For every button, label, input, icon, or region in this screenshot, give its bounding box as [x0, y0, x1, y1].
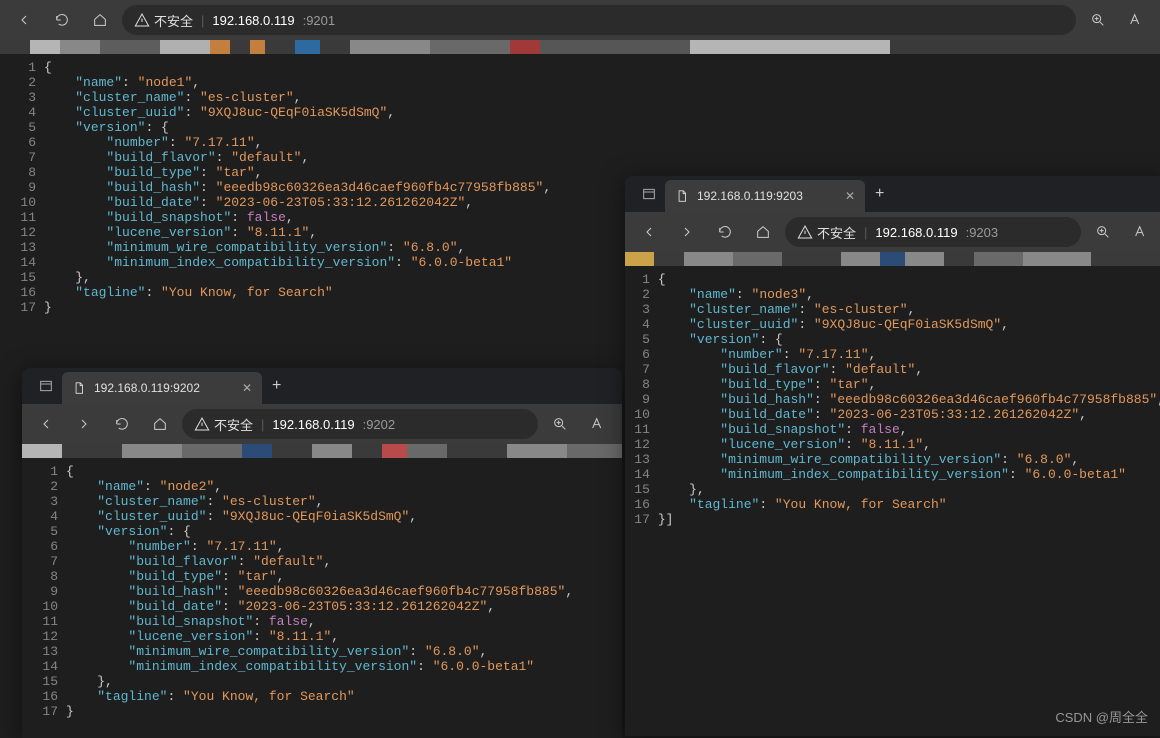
refresh-button-icon [54, 12, 70, 28]
refresh-button[interactable] [106, 408, 138, 440]
home-button[interactable] [144, 408, 176, 440]
forward-button[interactable] [68, 408, 100, 440]
read-aloud-icon [1133, 224, 1149, 240]
refresh-button-icon [114, 416, 130, 432]
warning-icon [797, 224, 813, 240]
separator: | [261, 417, 264, 432]
separator: | [201, 13, 204, 28]
tab-overview-icon [38, 378, 54, 394]
zoom-button[interactable] [1082, 4, 1114, 36]
file-icon [72, 381, 86, 395]
zoom-icon [552, 416, 568, 432]
address-bar[interactable]: 不安全 | 192.168.0.119 :9203 [785, 217, 1081, 247]
forward-button-icon [76, 416, 92, 432]
url-host: 192.168.0.119 [212, 13, 294, 28]
file-icon [675, 189, 689, 203]
browser-toolbar: 不安全 | 192.168.0.119 :9202 [22, 404, 622, 444]
home-button-icon [92, 12, 108, 28]
browser-window-3: 192.168.0.119:9203✕+不安全|192.168.0.119:92… [625, 176, 1160, 736]
line-gutter: 1234567891011121314151617 [22, 458, 66, 738]
warning-icon [194, 416, 210, 432]
refresh-button[interactable] [46, 4, 78, 36]
file-icon [72, 380, 86, 396]
back-button[interactable] [30, 408, 62, 440]
bookmark-color-bar [0, 40, 1160, 54]
home-button-icon [152, 416, 168, 432]
file-icon [675, 188, 689, 204]
url-port: :9203 [966, 225, 999, 240]
refresh-button-icon [717, 224, 733, 240]
json-code[interactable]: { "name": "node2", "cluster_name": "es-c… [66, 458, 573, 738]
home-button[interactable] [747, 216, 779, 248]
back-button-icon [38, 416, 54, 432]
tab-overview-icon [641, 186, 657, 202]
zoom-icon [1090, 12, 1106, 28]
read-aloud-button[interactable] [582, 408, 614, 440]
zoom-icon [1095, 224, 1111, 240]
new-tab-button[interactable]: + [875, 185, 884, 203]
back-button-icon [641, 224, 657, 240]
json-viewer: 1234567891011121314151617{ "name": "node… [22, 458, 622, 738]
tab-title: 192.168.0.119:9203 [697, 189, 803, 203]
browser-tab[interactable]: 192.168.0.119:9202 ✕ [62, 372, 262, 404]
zoom-button[interactable] [1087, 216, 1119, 248]
read-aloud-button[interactable] [1125, 216, 1157, 248]
close-tab-button[interactable]: ✕ [845, 189, 855, 203]
json-viewer: 1234567891011121314151617{ "name": "node… [625, 266, 1160, 736]
browser-window-2: 192.168.0.119:9202✕+不安全|192.168.0.119:92… [22, 368, 622, 738]
close-tab-button[interactable]: ✕ [242, 381, 252, 395]
browser-toolbar: 不安全 | 192.168.0.119 :9201 [0, 0, 1160, 40]
new-tab-button[interactable]: + [272, 377, 281, 395]
read-aloud-icon [590, 416, 606, 432]
line-gutter: 1234567891011121314151617 [625, 266, 658, 736]
url-host: 192.168.0.119 [272, 417, 354, 432]
address-bar[interactable]: 不安全 | 192.168.0.119 :9201 [122, 5, 1076, 35]
watermark-text: CSDN @周全全 [1055, 707, 1148, 726]
not-secure-badge[interactable]: 不安全 [134, 11, 193, 30]
bookmark-color-bar [625, 252, 1160, 266]
tab-bar: 192.168.0.119:9203 ✕ + [625, 176, 1160, 212]
tab-bar: 192.168.0.119:9202 ✕ + [22, 368, 622, 404]
separator: | [864, 225, 867, 240]
zoom-button[interactable] [544, 408, 576, 440]
forward-button-icon [679, 224, 695, 240]
home-button-icon [755, 224, 771, 240]
back-button[interactable] [633, 216, 665, 248]
tab-title: 192.168.0.119:9202 [94, 381, 200, 395]
json-code[interactable]: { "name": "node3", "cluster_name": "es-c… [658, 266, 1160, 736]
forward-button[interactable] [671, 216, 703, 248]
read-aloud-icon [1128, 12, 1144, 28]
line-gutter: 1234567891011121314151617 [0, 54, 44, 340]
not-secure-badge[interactable]: 不安全 [194, 415, 253, 434]
bookmark-color-bar [22, 444, 622, 458]
warning-icon [134, 12, 150, 28]
url-host: 192.168.0.119 [875, 225, 957, 240]
back-button-icon [16, 12, 32, 28]
browser-toolbar: 不安全 | 192.168.0.119 :9203 [625, 212, 1160, 252]
browser-tab[interactable]: 192.168.0.119:9203 ✕ [665, 180, 865, 212]
refresh-button[interactable] [709, 216, 741, 248]
json-code[interactable]: { "name": "node1", "cluster_name": "es-c… [44, 54, 551, 340]
back-button[interactable] [8, 4, 40, 36]
not-secure-badge[interactable]: 不安全 [797, 223, 856, 242]
url-port: :9201 [303, 13, 336, 28]
url-port: :9202 [363, 417, 396, 432]
read-aloud-button[interactable] [1120, 4, 1152, 36]
home-button[interactable] [84, 4, 116, 36]
address-bar[interactable]: 不安全 | 192.168.0.119 :9202 [182, 409, 538, 439]
